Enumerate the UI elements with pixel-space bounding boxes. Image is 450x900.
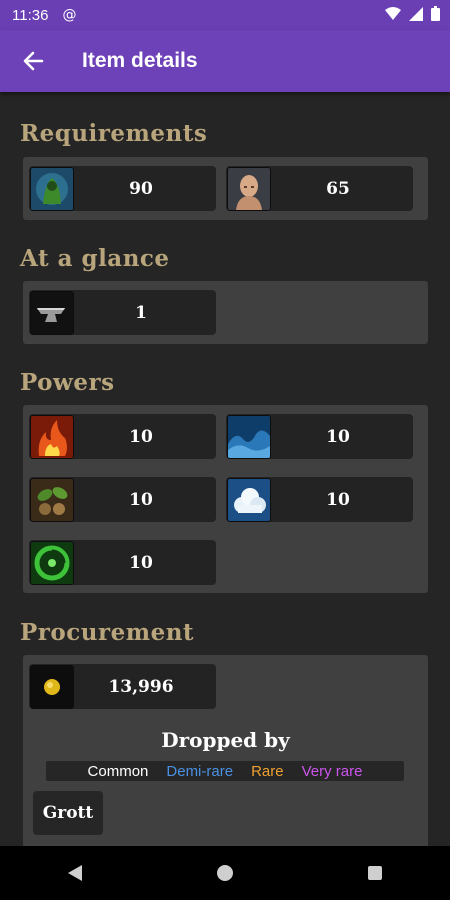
glance-stat: 1 bbox=[29, 290, 216, 335]
water-wave-icon bbox=[227, 414, 271, 459]
glance-heading: At a glance bbox=[20, 245, 170, 272]
monster-name: Grott bbox=[42, 803, 94, 823]
powers-panel: 10 10 10 10 10 bbox=[23, 405, 428, 593]
power-stat: 10 bbox=[29, 414, 216, 459]
back-button[interactable] bbox=[18, 46, 48, 76]
dropped-by-heading: Dropped by bbox=[161, 728, 290, 752]
powers-heading: Powers bbox=[20, 369, 115, 396]
requirements-heading: Requirements bbox=[20, 120, 208, 147]
requirement-value: 90 bbox=[129, 178, 153, 199]
requirement-stat: 90 bbox=[29, 166, 216, 211]
power-stat: 10 bbox=[29, 477, 216, 522]
triangle-back-icon bbox=[68, 865, 82, 881]
legend-demi-rare: Demi-rare bbox=[166, 762, 234, 780]
legend-very-rare: Very rare bbox=[301, 762, 363, 780]
battery-icon bbox=[431, 6, 440, 21]
rarity-legend: Common Demi-rare Rare Very rare bbox=[46, 761, 404, 781]
status-icons bbox=[385, 6, 440, 21]
price-value: 13,996 bbox=[108, 676, 174, 697]
power-stat: 10 bbox=[29, 540, 216, 585]
procurement-panel: 13,996 Dropped by Common Demi-rare Rare … bbox=[23, 655, 428, 855]
anvil-icon bbox=[30, 290, 74, 335]
power-stat: 10 bbox=[226, 414, 413, 459]
status-bar: 11:36 @ bbox=[0, 0, 450, 30]
procurement-heading: Procurement bbox=[20, 619, 195, 646]
requirements-panel: 90 65 bbox=[23, 157, 428, 220]
bald-head-icon bbox=[227, 166, 271, 211]
at-sign-icon: @ bbox=[62, 7, 77, 23]
arrow-left-icon bbox=[23, 51, 44, 71]
power-value: 10 bbox=[129, 552, 153, 573]
power-value: 10 bbox=[326, 489, 350, 510]
power-stat: 10 bbox=[226, 477, 413, 522]
status-time: 11:36 bbox=[12, 6, 49, 24]
nav-home-button[interactable] bbox=[205, 853, 245, 893]
square-recents-icon bbox=[368, 866, 382, 880]
monster-chip[interactable]: Grott bbox=[33, 791, 103, 835]
app-bar: Item details bbox=[0, 30, 450, 92]
price-stat: 13,996 bbox=[29, 664, 216, 709]
power-value: 10 bbox=[129, 489, 153, 510]
fire-icon bbox=[30, 414, 74, 459]
wifi-icon bbox=[385, 6, 401, 20]
legend-common: Common bbox=[87, 762, 149, 780]
power-value: 10 bbox=[326, 426, 350, 447]
nav-back-button[interactable] bbox=[55, 853, 95, 893]
requirement-stat: 65 bbox=[226, 166, 413, 211]
nav-recents-button[interactable] bbox=[355, 853, 395, 893]
glance-value: 1 bbox=[135, 302, 147, 323]
green-swirl-icon bbox=[30, 540, 74, 585]
earth-leaves-icon bbox=[30, 477, 74, 522]
requirement-value: 65 bbox=[326, 178, 350, 199]
cloud-air-icon bbox=[227, 477, 271, 522]
glance-panel: 1 bbox=[23, 281, 428, 344]
circle-home-icon bbox=[217, 865, 233, 881]
system-nav-bar bbox=[0, 846, 450, 900]
power-value: 10 bbox=[129, 426, 153, 447]
legend-rare: Rare bbox=[251, 762, 284, 780]
green-hooded-figure-icon bbox=[30, 166, 74, 211]
cell-signal-icon bbox=[409, 6, 423, 21]
gold-coin-icon bbox=[30, 664, 74, 709]
page-title: Item details bbox=[82, 49, 198, 72]
